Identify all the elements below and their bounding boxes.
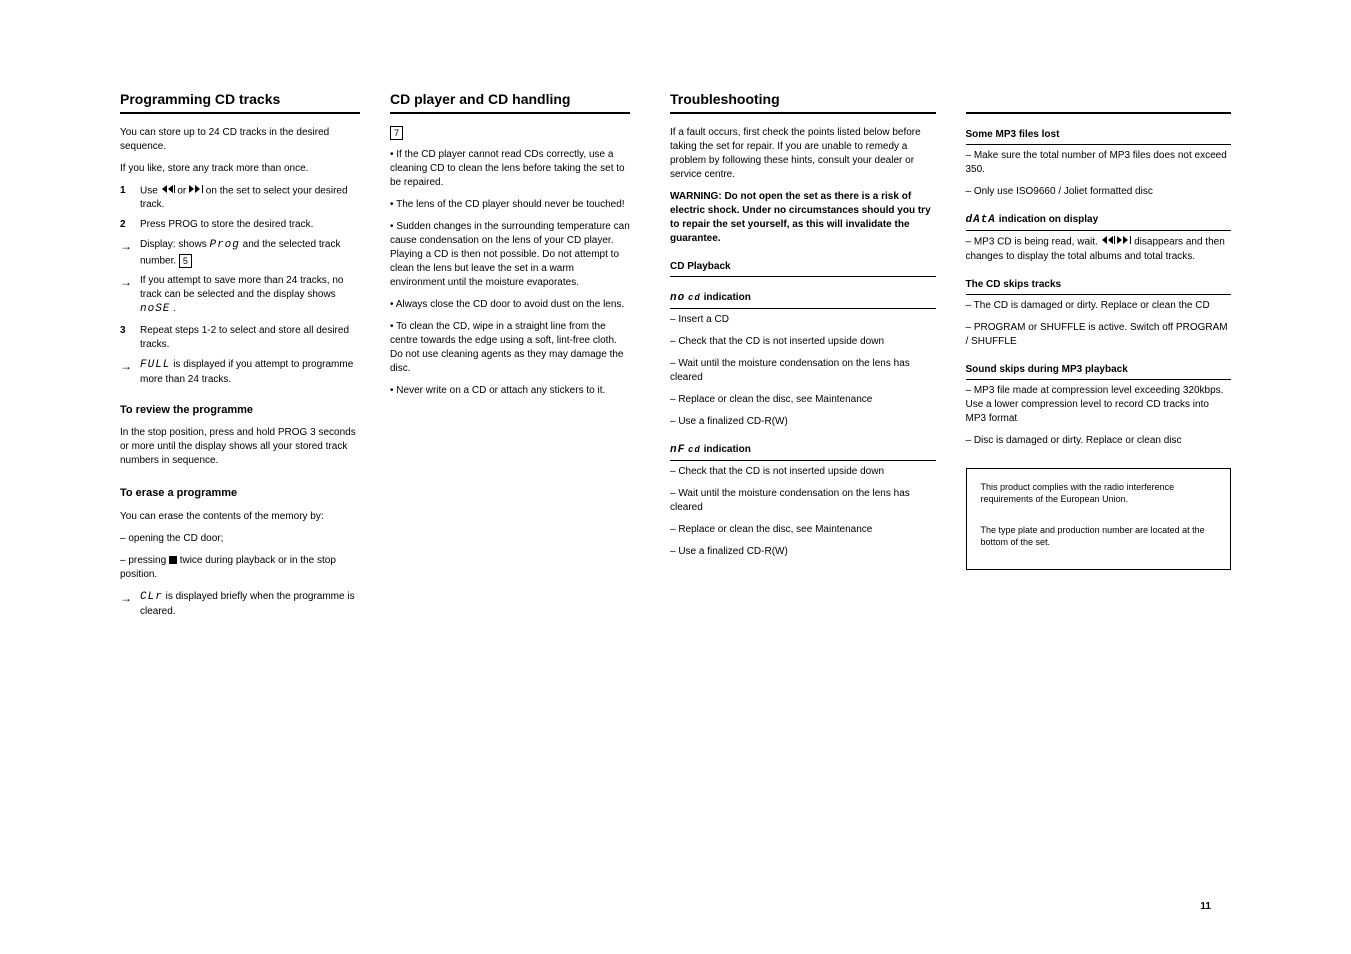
lcd-text: FULL [140, 359, 170, 371]
arrow-icon: → [120, 358, 134, 387]
bullet: – The CD is damaged or dirty. Replace or… [966, 299, 1232, 313]
bullet: • Never write on a CD or attach any stic… [390, 384, 630, 398]
heading-troubleshooting: Troubleshooting [670, 90, 936, 114]
page-number: 11 [1200, 900, 1211, 914]
step-number: 2 [120, 218, 134, 232]
bullet: – Use a finalized CD-R(W) [670, 415, 936, 429]
symptom-heading: Sound skips during MP3 playback [966, 363, 1232, 380]
bullet: • Always close the CD door to avoid dust… [390, 298, 630, 312]
bullet: – Wait until the moisture condensation o… [670, 487, 936, 515]
bullet: – opening the CD door; [120, 532, 360, 546]
subheading-erase: To erase a programme [120, 486, 360, 501]
bullet: – PROGRAM or SHUFFLE is active. Switch o… [966, 321, 1232, 349]
symptom-heading: nF cd indication [670, 443, 936, 461]
lcd-text: CLr [140, 591, 163, 603]
heading-programming: Programming CD tracks [120, 90, 360, 114]
step-body: Press PROG to store the desired track. [140, 218, 360, 232]
intro-text: You can store up to 24 CD tracks in the … [120, 126, 360, 154]
right-block: Troubleshooting If a fault occurs, first… [670, 90, 1231, 625]
bullet: – Check that the CD is not inserted upsi… [670, 335, 936, 349]
heading-handling: CD player and CD handling [390, 90, 630, 114]
prev-track-icon [1101, 235, 1115, 249]
symptom-heading: Some MP3 files lost [966, 128, 1232, 145]
bullet: – Replace or clean the disc, see Mainten… [670, 393, 936, 407]
bullet: • If the CD player cannot read CDs corre… [390, 148, 630, 190]
lcd-text: noSE [140, 303, 170, 315]
result-text: Display: shows Prog and the selected tra… [140, 238, 360, 268]
bullet: • Sudden changes in the surrounding temp… [390, 220, 630, 290]
paragraph: In the stop position, press and hold PRO… [120, 426, 360, 468]
result-line: → Display: shows Prog and the selected t… [120, 238, 360, 268]
step-row: 3 Repeat steps 1-2 to select and store a… [120, 324, 360, 352]
subheading-cd-playback: CD Playback [670, 260, 936, 277]
intro-text-2: If you like, store any track more than o… [120, 162, 360, 176]
figure-ref: 5 [179, 254, 192, 268]
compliance-note: This product complies with the radio int… [966, 468, 1232, 570]
bullet: • The lens of the CD player should never… [390, 198, 630, 212]
bullet: – Use a finalized CD-R(W) [670, 545, 936, 559]
next-track-icon [1117, 235, 1131, 249]
column-troubleshooting: Troubleshooting If a fault occurs, first… [670, 90, 936, 625]
bullet: – Disc is damaged or dirty. Replace or c… [966, 434, 1232, 448]
column-programming: Programming CD tracks You can store up t… [120, 90, 360, 625]
warning-text: WARNING: Do not open the set as there is… [670, 190, 936, 246]
step-row: 1 Use or on the set to select your desir… [120, 184, 360, 213]
symptom-heading: The CD skips tracks [966, 278, 1232, 295]
arrow-icon: → [120, 590, 134, 619]
heading-blank [966, 90, 1232, 114]
bullet: – Replace or clean the disc, see Mainten… [670, 523, 936, 537]
result-text: CLr is displayed briefly when the progra… [140, 590, 360, 619]
bullet: • To clean the CD, wipe in a straight li… [390, 320, 630, 376]
bullet: – pressing twice during playback or in t… [120, 554, 360, 582]
step-number: 3 [120, 324, 134, 352]
result-text: FULL is displayed if you attempt to prog… [140, 358, 360, 387]
result-line: → FULL is displayed if you attempt to pr… [120, 358, 360, 387]
step-row: 2 Press PROG to store the desired track. [120, 218, 360, 232]
step-body: Repeat steps 1-2 to select and store all… [140, 324, 360, 352]
column-troubleshooting-2: Some MP3 files lost – Make sure the tota… [966, 90, 1232, 625]
left-block: Programming CD tracks You can store up t… [120, 90, 630, 625]
symptom-heading: dAtA indication on display [966, 213, 1232, 231]
bullet: – Wait until the moisture condensation o… [670, 357, 936, 385]
prev-track-icon [161, 184, 175, 198]
paragraph: If a fault occurs, first check the point… [670, 126, 936, 182]
symptom-heading: no cd indication [670, 291, 936, 309]
manual-page: Programming CD tracks You can store up t… [120, 90, 1231, 625]
bullet: – Check that the CD is not inserted upsi… [670, 465, 936, 479]
figure-ref-line: 7 [390, 126, 630, 141]
bullet: – MP3 file made at compression level exc… [966, 384, 1232, 426]
subheading-review: To review the programme [120, 403, 360, 418]
step-number: 1 [120, 184, 134, 213]
bullet: – Make sure the total number of MP3 file… [966, 149, 1232, 177]
bullet: – Insert a CD [670, 313, 936, 327]
note-text: This product complies with the radio int… [981, 481, 1217, 506]
result-line: → CLr is displayed briefly when the prog… [120, 590, 360, 619]
bullet: – Only use ISO9660 / Joliet formatted di… [966, 185, 1232, 199]
result-line: → If you attempt to save more than 24 tr… [120, 274, 360, 317]
figure-ref: 7 [390, 126, 403, 140]
arrow-icon: → [120, 238, 134, 268]
paragraph: You can erase the contents of the memory… [120, 510, 360, 524]
stop-icon [169, 556, 177, 564]
bullet: – MP3 CD is being read, wait. disappears… [966, 235, 1232, 264]
next-track-icon [189, 184, 203, 198]
result-text: If you attempt to save more than 24 trac… [140, 274, 360, 317]
arrow-icon: → [120, 274, 134, 317]
step-body: Use or on the set to select your desired… [140, 184, 360, 213]
lcd-text: Prog [209, 239, 239, 251]
note-text: The type plate and production number are… [981, 524, 1217, 549]
column-handling: CD player and CD handling 7 • If the CD … [390, 90, 630, 625]
